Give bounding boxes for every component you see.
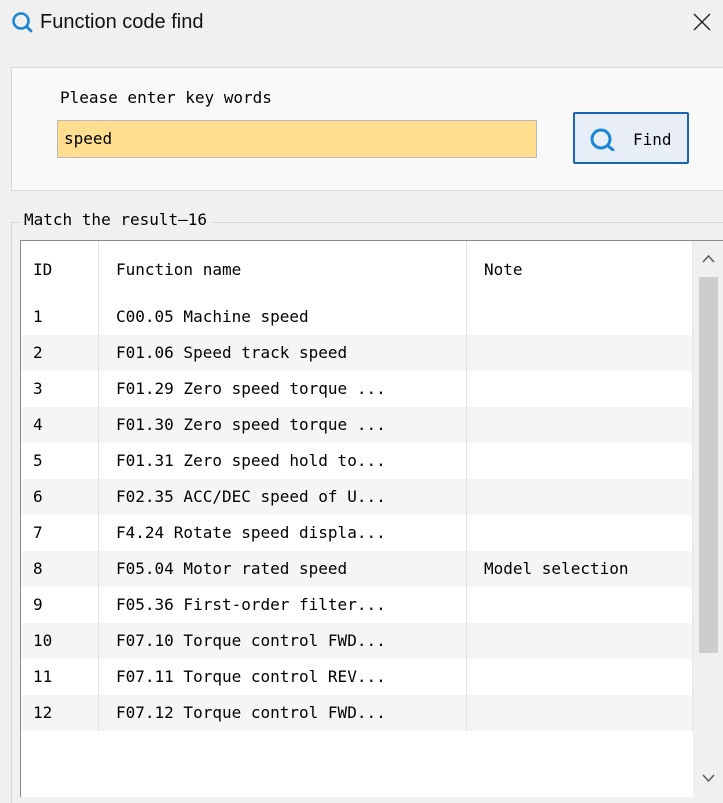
row-function-name: F07.12 Torque control FWD... <box>99 695 467 731</box>
column-header-function-name[interactable]: Function name <box>99 241 467 299</box>
row-id: 7 <box>21 515 99 551</box>
row-note <box>467 623 693 659</box>
table-row[interactable]: 5 F01.31 Zero speed hold to... <box>21 443 693 479</box>
row-function-name: F02.35 ACC/DEC speed of U... <box>99 479 467 515</box>
close-icon <box>693 13 711 31</box>
row-function-name: F01.30 Zero speed torque ... <box>99 407 467 443</box>
table-row[interactable]: 1 C00.05 Machine speed <box>21 299 693 335</box>
row-note <box>467 587 693 623</box>
row-function-name: F07.11 Torque control REV... <box>99 659 467 695</box>
table-header: ID Function name Note <box>21 241 693 299</box>
row-function-name: F05.36 First-order filter... <box>99 587 467 623</box>
row-id: 8 <box>21 551 99 587</box>
search-input[interactable]: speed <box>57 120 537 158</box>
table-row[interactable]: 2 F01.06 Speed track speed <box>21 335 693 371</box>
row-id: 1 <box>21 299 99 335</box>
search-prompt-label: Please enter key words <box>60 88 272 107</box>
table-row[interactable]: 6 F02.35 ACC/DEC speed of U... <box>21 479 693 515</box>
row-id: 6 <box>21 479 99 515</box>
row-function-name: F01.29 Zero speed torque ... <box>99 371 467 407</box>
row-function-name: F01.31 Zero speed hold to... <box>99 443 467 479</box>
row-note <box>467 695 693 731</box>
table-row[interactable]: 4 F01.30 Zero speed torque ... <box>21 407 693 443</box>
row-note <box>467 659 693 695</box>
scrollbar-thumb[interactable] <box>699 277 718 653</box>
row-function-name: C00.05 Machine speed <box>99 299 467 335</box>
row-id: 12 <box>21 695 99 731</box>
table-row[interactable]: 12 F07.12 Torque control FWD... <box>21 695 693 731</box>
row-id: 3 <box>21 371 99 407</box>
row-id: 10 <box>21 623 99 659</box>
row-note <box>467 515 693 551</box>
column-header-id[interactable]: ID <box>21 241 99 299</box>
row-function-name: F4.24 Rotate speed displa... <box>99 515 467 551</box>
row-note <box>467 443 693 479</box>
row-function-name: F05.04 Motor rated speed <box>99 551 467 587</box>
row-function-name: F01.06 Speed track speed <box>99 335 467 371</box>
table-row[interactable]: 11 F07.11 Torque control REV... <box>21 659 693 695</box>
row-note <box>467 479 693 515</box>
table-row[interactable]: 8 F05.04 Motor rated speed Model selecti… <box>21 551 693 587</box>
table-row[interactable]: 3 F01.29 Zero speed torque ... <box>21 371 693 407</box>
row-function-name: F07.10 Torque control FWD... <box>99 623 467 659</box>
table-row[interactable]: 10 F07.10 Torque control FWD... <box>21 623 693 659</box>
row-note <box>467 299 693 335</box>
window-title: Function code find <box>40 11 204 33</box>
close-button[interactable] <box>679 0 723 44</box>
find-button[interactable]: Find <box>573 112 689 164</box>
column-header-note[interactable]: Note <box>467 241 693 299</box>
row-note <box>467 371 693 407</box>
table-row[interactable]: 7 F4.24 Rotate speed displa... <box>21 515 693 551</box>
row-id: 5 <box>21 443 99 479</box>
search-panel: Please enter key words speed Find <box>11 67 723 191</box>
table-row[interactable]: 9 F05.36 First-order filter... <box>21 587 693 623</box>
find-button-label: Find <box>633 130 672 149</box>
chevron-down-icon <box>702 774 715 783</box>
title-bar: Function code find <box>0 0 723 48</box>
search-icon <box>11 11 33 33</box>
row-id: 9 <box>21 587 99 623</box>
row-note <box>467 335 693 371</box>
row-note: Model selection <box>467 551 693 587</box>
search-icon <box>589 127 619 156</box>
row-id: 2 <box>21 335 99 371</box>
chevron-up-icon <box>702 254 715 263</box>
scroll-down-button[interactable] <box>693 761 723 797</box>
row-id: 11 <box>21 659 99 695</box>
vertical-scrollbar[interactable] <box>693 241 723 797</box>
results-table[interactable]: ID Function name Note 1 C00.05 Machine s… <box>20 240 723 797</box>
row-id: 4 <box>21 407 99 443</box>
results-count-title: Match the result—16 <box>20 210 212 230</box>
row-note <box>467 407 693 443</box>
scroll-up-button[interactable] <box>693 241 723 277</box>
